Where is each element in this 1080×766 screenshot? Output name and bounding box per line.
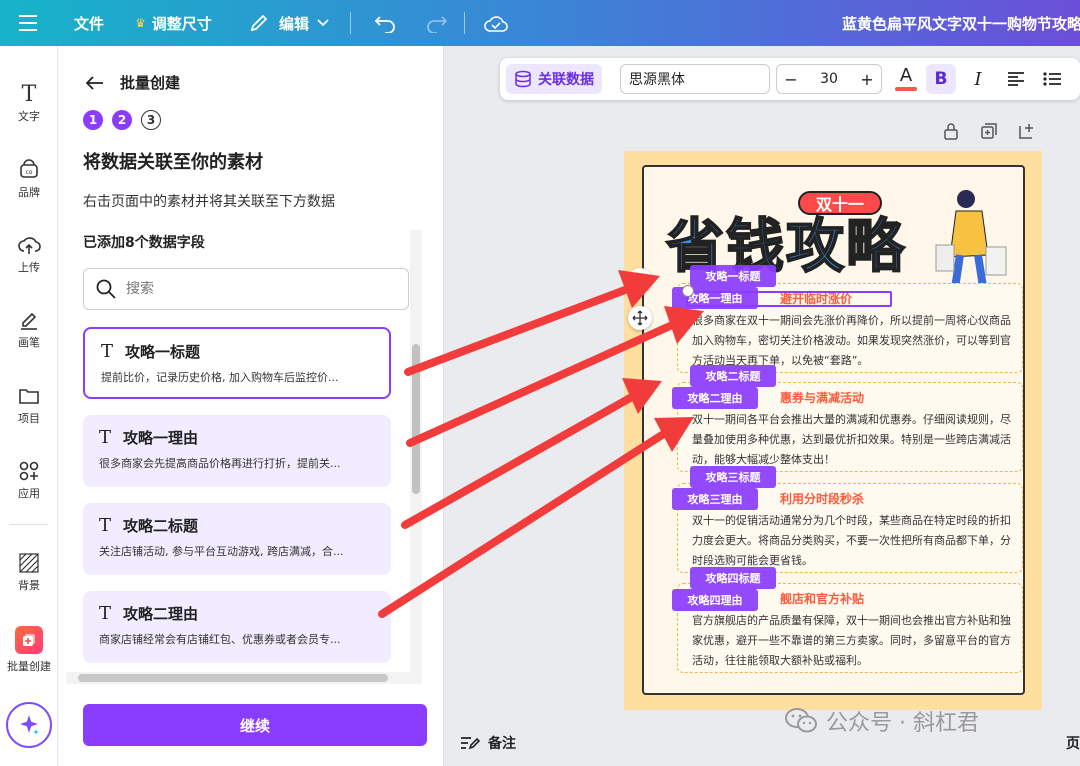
- arrow-field-3: [401, 394, 634, 529]
- notes-button[interactable]: 备注: [460, 733, 516, 753]
- wechat-icon: [784, 707, 818, 735]
- page-indicator[interactable]: 页: [1066, 733, 1080, 753]
- notes-label: 备注: [488, 736, 516, 752]
- annotation-arrows: [378, 270, 704, 618]
- watermark: 公众号 · 斜杠君: [784, 705, 979, 737]
- notes-icon: [460, 735, 480, 751]
- watermark-text: 公众号 · 斜杠君: [826, 711, 979, 736]
